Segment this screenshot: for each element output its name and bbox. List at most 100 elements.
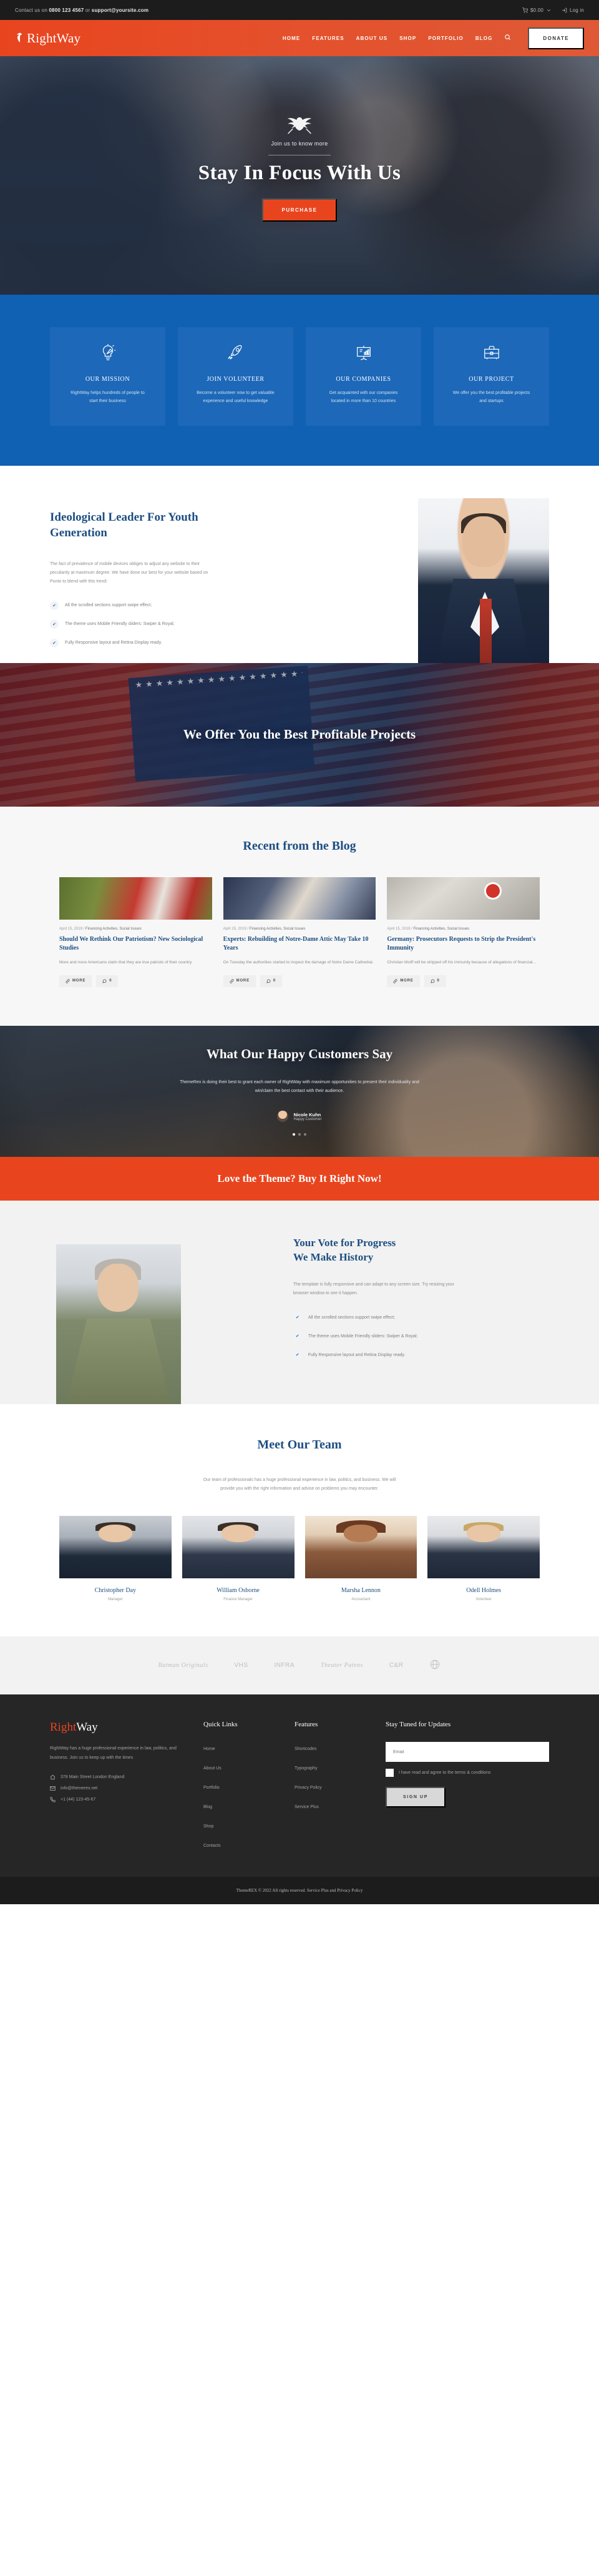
blog-post-more-button[interactable]: MORE: [387, 975, 420, 987]
list-item-label: Fully Responsive layout and Retina Displ…: [65, 641, 162, 646]
feature-card-our-mission[interactable]: OUR MISSION RightWay helps hundreds of p…: [50, 327, 165, 426]
blog-post-meta: April 15, 2019 / Financing Activities, S…: [223, 927, 376, 931]
nav-item-about-us[interactable]: ABOUT US: [356, 36, 388, 41]
check-icon: ✔: [293, 1350, 302, 1360]
contact-phone[interactable]: 0800 123 4567: [49, 7, 84, 13]
signup-button[interactable]: SIGN UP: [386, 1787, 446, 1808]
newsletter-title: Stay Tuned for Updates: [386, 1721, 451, 1729]
nav-item-shop[interactable]: SHOP: [399, 36, 416, 41]
team-member-photo: [182, 1516, 295, 1579]
blog-post-card[interactable]: April 15, 2019 / Financing Activities, S…: [59, 877, 212, 987]
blog-post-thumbnail[interactable]: [387, 877, 540, 920]
team-member-name: Odell Holmes: [466, 1587, 502, 1595]
ideological-paragraph: The fact of prevalence of mobile devices…: [50, 561, 208, 584]
nav-item-blog[interactable]: BLOG: [475, 36, 493, 41]
blog-post-comments-button[interactable]: 0: [260, 975, 283, 987]
footer-logo[interactable]: RightWay: [50, 1721, 187, 1734]
footer-contact-email[interactable]: info@themerex.net: [50, 1786, 187, 1791]
blog-post-title[interactable]: Germany: Prosecutors Requests to Strip t…: [387, 935, 540, 953]
newsletter-terms-row[interactable]: I have read and agree to the terms & con…: [386, 1769, 549, 1777]
blog-post-more-button[interactable]: MORE: [59, 975, 92, 987]
team-member-card[interactable]: William Osborne Finance Manager: [182, 1516, 295, 1601]
blog-post-card[interactable]: April 15, 2019 / Financing Activities, S…: [387, 877, 540, 987]
phone-icon: [50, 1797, 56, 1802]
footer-link-blog[interactable]: Blog: [203, 1805, 212, 1809]
login-link[interactable]: Log in: [562, 7, 584, 13]
team-member-role: Accountant: [351, 1598, 371, 1602]
feature-card-our-project[interactable]: OUR PROJECT We offer you the best profit…: [434, 327, 549, 426]
client-logo[interactable]: Theater Patens: [321, 1662, 363, 1669]
contact-email[interactable]: support@yoursite.com: [92, 7, 149, 13]
footer-link-portfolio[interactable]: Portfolio: [203, 1786, 220, 1790]
client-logo[interactable]: Batman Originals: [158, 1662, 208, 1669]
footer-link-about-us[interactable]: About Us: [203, 1766, 222, 1771]
footer-link-privacy-policy[interactable]: Privacy Policy: [295, 1786, 322, 1790]
cta-band-section[interactable]: Love the Theme? Buy It Right Now!: [0, 1156, 599, 1201]
blog-post-card[interactable]: April 15, 2019 / Financing Activities, S…: [223, 877, 376, 987]
vote-heading-line1: Your Vote for Progress: [293, 1236, 396, 1249]
client-logo[interactable]: INFRA: [275, 1662, 295, 1669]
list-item-label: All the scrolled sections support swipe …: [65, 603, 152, 608]
nav-item-home[interactable]: HOME: [283, 36, 300, 41]
blog-post-categories[interactable]: Financing Activities, Social Issues: [250, 927, 306, 931]
client-logo[interactable]: C&R: [389, 1662, 404, 1669]
team-member-card[interactable]: Marsha Lennon Accountant: [304, 1516, 417, 1602]
blog-section-title: Recent from the Blog: [243, 838, 356, 853]
pagination-dot[interactable]: [304, 1133, 306, 1136]
vote-section: Your Vote for Progress We Make History T…: [0, 1200, 599, 1405]
nav-item-features[interactable]: FEATURES: [312, 36, 344, 41]
ideological-leader-section: Ideological Leader For Youth Generation …: [0, 466, 599, 666]
ideological-feature-list: ✔ All the scrolled sections support swip…: [50, 601, 298, 647]
blog-post-title[interactable]: Experts: Rebuilding of Notre-Dame Attic …: [223, 935, 376, 953]
check-icon: ✔: [293, 1332, 302, 1341]
footer-link-service-plus[interactable]: Service Plus: [295, 1805, 319, 1809]
footer-link-typography[interactable]: Typography: [295, 1766, 318, 1771]
footer-link-shop[interactable]: Shop: [203, 1824, 213, 1829]
blog-post-comments-button[interactable]: 0: [424, 975, 446, 987]
footer-contact-list: 378 Main Street London England info@them…: [50, 1774, 187, 1802]
purchase-button[interactable]: PURCHASE: [261, 199, 338, 222]
team-member-card[interactable]: Odell Holmes Volunteer: [427, 1516, 540, 1601]
team-member-name: William Osborne: [217, 1587, 260, 1595]
cart-widget[interactable]: $0.00: [522, 7, 552, 13]
footer-quick-links: Home About Us Portfolio Blog Shop Contac…: [203, 1742, 278, 1850]
blog-post-thumbnail[interactable]: [59, 877, 212, 920]
ideological-heading: Ideological Leader For Youth Generation: [50, 510, 198, 540]
blog-post-thumbnail[interactable]: [223, 877, 376, 920]
blog-post-comments-button[interactable]: 0: [96, 975, 119, 987]
pagination-dot[interactable]: [293, 1133, 295, 1136]
more-label: MORE: [72, 979, 86, 983]
eagle-emblem-icon: [287, 117, 312, 134]
globe-logo-icon[interactable]: [429, 1659, 441, 1672]
site-logo[interactable]: RightWay: [15, 31, 80, 46]
main-navigation: RightWay HOME FEATURES ABOUT US SHOP POR…: [0, 20, 599, 56]
testimonial-pagination[interactable]: [293, 1133, 306, 1136]
nav-item-portfolio[interactable]: PORTFOLIO: [428, 36, 464, 41]
footer-contact-text: info@themerex.net: [61, 1786, 98, 1791]
blog-post-categories[interactable]: Financing Activities, Social Issues: [85, 927, 142, 931]
team-member-photo: [304, 1516, 417, 1579]
pagination-dot[interactable]: [298, 1133, 301, 1136]
feature-title: OUR MISSION: [85, 376, 130, 383]
donate-button[interactable]: DONATE: [528, 27, 584, 49]
footer-link-contacts[interactable]: Contacts: [203, 1844, 221, 1848]
newsletter-email-input[interactable]: [386, 1742, 549, 1762]
blog-post-title[interactable]: Should We Rethink Our Patriotism? New So…: [59, 935, 212, 953]
footer-contact-phone[interactable]: +1 (44) 123-45-67: [50, 1797, 187, 1802]
terms-checkbox[interactable]: [386, 1769, 394, 1777]
login-label: Log in: [570, 7, 584, 13]
footer-link-home[interactable]: Home: [203, 1747, 215, 1751]
client-logo[interactable]: VHS: [234, 1662, 248, 1669]
link-icon: [66, 978, 70, 983]
footer-link-shortcodes[interactable]: Shortcodes: [295, 1747, 316, 1751]
feature-card-our-companies[interactable]: OUR COMPANIES Get acquainted with our co…: [306, 327, 421, 426]
lightbulb-icon: [102, 343, 115, 360]
blog-post-more-button[interactable]: MORE: [223, 975, 256, 987]
search-button[interactable]: [504, 34, 511, 42]
check-icon: ✔: [293, 1313, 302, 1322]
team-member-card[interactable]: Christopher Day Manager: [59, 1516, 172, 1601]
feature-text: Get acquainted with our companies locate…: [329, 391, 398, 403]
top-bar-contact: Contact us on 0800 123 4567 or support@y…: [15, 7, 149, 13]
feature-card-join-volunteer[interactable]: JOIN VOLUNTEER Become a volunteer now to…: [178, 327, 293, 426]
blog-post-categories[interactable]: Financing Activities, Social Issues: [413, 927, 469, 931]
